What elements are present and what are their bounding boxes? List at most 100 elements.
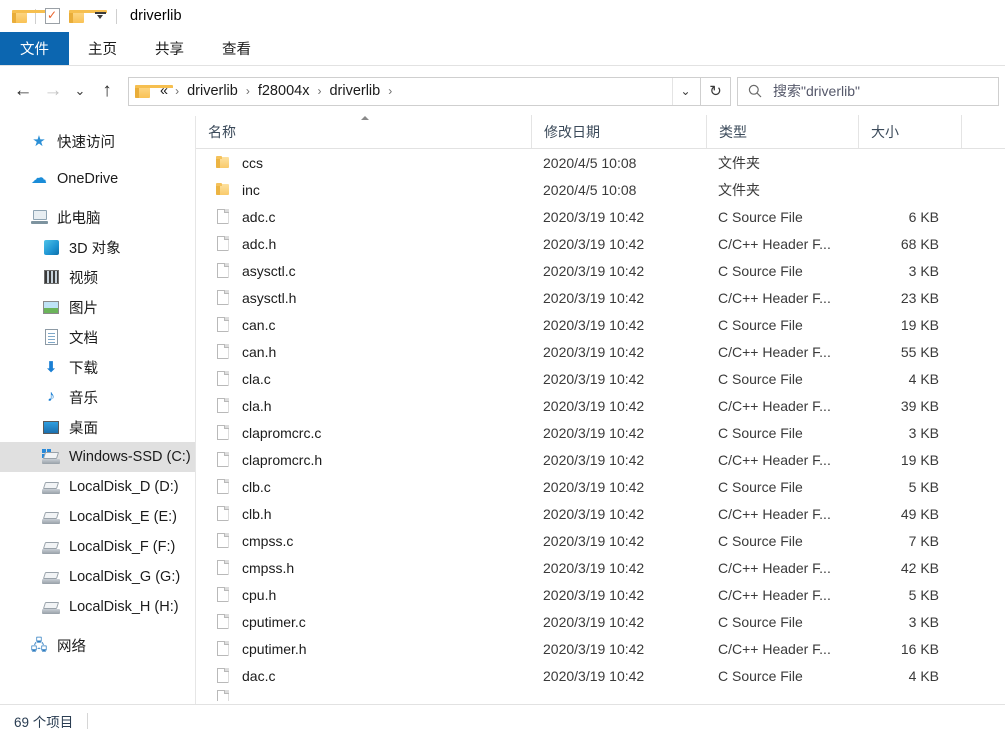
back-button[interactable]: ← [8, 76, 38, 106]
column-header-date[interactable]: 修改日期 [531, 115, 706, 148]
sidebar-item-videos[interactable]: 视频 [0, 262, 195, 292]
breadcrumb-separator-2[interactable]: › [312, 84, 326, 98]
sidebar-item-label: LocalDisk_H (H:) [69, 599, 179, 615]
new-folder-icon[interactable] [64, 4, 107, 28]
table-row[interactable]: asysctl.h 2020/3/19 10:42 C/C++ Header F..… [196, 284, 1005, 311]
sidebar-item-documents[interactable]: 文档 [0, 322, 195, 352]
cell-type: C/C++ Header F... [718, 289, 831, 306]
sidebar-item-localdisk-g[interactable]: LocalDisk_G (G:) [0, 562, 195, 592]
customize-qat-icon[interactable] [88, 4, 112, 28]
cell-type: C/C++ Header F... [718, 397, 831, 414]
table-row[interactable]: asysctl.c 2020/3/19 10:42 C Source File 3 K… [196, 257, 1005, 284]
sidebar-item-music[interactable]: ♪ 音乐 [0, 382, 195, 412]
sidebar-item-localdisk-d[interactable]: LocalDisk_D (D:) [0, 472, 195, 502]
table-row[interactable]: clb.c 2020/3/19 10:42 C Source File 5 KB [196, 473, 1005, 500]
cell-type: 文件夹 [718, 181, 760, 198]
file-icon [214, 316, 231, 333]
cell-type: C/C++ Header F... [718, 451, 831, 468]
sidebar-item-quick-access[interactable]: ★ 快速访问 [0, 126, 195, 156]
recent-locations-button[interactable]: ⌄ [68, 76, 92, 106]
table-row[interactable] [196, 689, 1005, 701]
qat-divider-2 [116, 8, 117, 24]
file-list[interactable]: ccs 2020/4/5 10:08 文件夹 inc 2020/4/5 10:08 文件夹… [196, 149, 1005, 704]
sidebar-item-desktop[interactable]: 桌面 [0, 412, 195, 442]
sidebar-item-downloads[interactable]: ⬇ 下载 [0, 352, 195, 382]
table-row[interactable]: cputimer.c 2020/3/19 10:42 C Source File 3 … [196, 608, 1005, 635]
cell-type: C/C++ Header F... [718, 640, 831, 657]
sidebar-item-localdisk-f[interactable]: LocalDisk_F (F:) [0, 532, 195, 562]
table-row[interactable]: cla.h 2020/3/19 10:42 C/C++ Header F... 39 … [196, 392, 1005, 419]
sidebar-item-localdisk-h[interactable]: LocalDisk_H (H:) [0, 592, 195, 622]
cell-type: C/C++ Header F... [718, 235, 831, 252]
breadcrumb-item-driverlib[interactable]: driverlib [326, 81, 383, 101]
file-icon [214, 505, 231, 522]
table-row[interactable]: clapromcrc.h 2020/3/19 10:42 C/C++ Header … [196, 446, 1005, 473]
properties-icon[interactable]: ✓ [40, 4, 64, 28]
file-icon [214, 397, 231, 414]
table-row[interactable]: can.c 2020/3/19 10:42 C Source File 19 KB [196, 311, 1005, 338]
cell-size: 23 KB [900, 289, 939, 306]
column-header-name[interactable]: 名称 [196, 115, 531, 148]
table-row[interactable]: dac.c 2020/3/19 10:42 C Source File 4 KB [196, 662, 1005, 689]
network-icon: 🖧 [30, 636, 48, 654]
breadcrumb-separator-3[interactable]: › [383, 84, 397, 98]
file-name: cmpss.h [242, 559, 295, 576]
cell-type: C Source File [718, 424, 803, 441]
breadcrumb-item-f28004x[interactable]: f28004x [255, 81, 313, 101]
video-icon [42, 268, 60, 286]
tab-share[interactable]: 共享 [136, 32, 203, 65]
cell-name: asysctl.h [196, 289, 531, 306]
table-row[interactable]: cmpss.c 2020/3/19 10:42 C Source File 7 KB [196, 527, 1005, 554]
cell-size: 42 KB [900, 559, 939, 576]
table-row[interactable]: cputimer.h 2020/3/19 10:42 C/C++ Header F.… [196, 635, 1005, 662]
table-row[interactable]: clb.h 2020/3/19 10:42 C/C++ Header F... 49 … [196, 500, 1005, 527]
column-header-size[interactable]: 大小 [858, 115, 961, 148]
document-icon [42, 328, 60, 346]
search-input[interactable] [771, 82, 998, 100]
cell-size: 3 KB [908, 613, 939, 630]
table-row[interactable]: inc 2020/4/5 10:08 文件夹 [196, 176, 1005, 203]
up-button[interactable]: ↑ [92, 76, 122, 106]
sidebar-item-label: 音乐 [69, 390, 98, 407]
sidebar-item-3d-objects[interactable]: 3D 对象 [0, 232, 195, 262]
file-icon [214, 424, 231, 441]
column-header-name-label: 名称 [208, 123, 236, 140]
address-bar-right: ⌄ [672, 77, 698, 105]
table-row[interactable]: adc.h 2020/3/19 10:42 C/C++ Header F... 68 … [196, 230, 1005, 257]
table-row[interactable]: clapromcrc.c 2020/3/19 10:42 C Source File… [196, 419, 1005, 446]
sidebar-item-windows-ssd-c[interactable]: Windows-SSD (C:) [0, 442, 195, 472]
cell-type: C/C++ Header F... [718, 343, 831, 360]
search-box[interactable] [737, 76, 999, 106]
tab-home[interactable]: 主页 [69, 32, 136, 65]
table-row[interactable]: cpu.h 2020/3/19 10:42 C/C++ Header F... 5 K… [196, 581, 1005, 608]
table-row[interactable]: cmpss.h 2020/3/19 10:42 C/C++ Header F... 4… [196, 554, 1005, 581]
cell-name: adc.h [196, 235, 531, 252]
sidebar-item-localdisk-e[interactable]: LocalDisk_E (E:) [0, 502, 195, 532]
chevron-down-icon[interactable]: ⌄ [672, 77, 698, 105]
tab-file[interactable]: 文件 [0, 32, 69, 65]
forward-button[interactable]: → [38, 76, 68, 106]
breadcrumb-separator-1[interactable]: › [241, 84, 255, 98]
file-icon [214, 667, 231, 684]
sidebar-item-pictures[interactable]: 图片 [0, 292, 195, 322]
file-icon [214, 451, 231, 468]
table-row[interactable]: cla.c 2020/3/19 10:42 C Source File 4 KB [196, 365, 1005, 392]
folder-icon[interactable] [7, 4, 50, 28]
navigation-pane[interactable]: ★ 快速访问 ☁ OneDrive 此电脑 3D 对象 视频 图片 文档 ⬇ 下… [0, 116, 196, 704]
cell-type: C Source File [718, 613, 803, 630]
table-row[interactable]: adc.c 2020/3/19 10:42 C Source File 6 KB [196, 203, 1005, 230]
column-header-type[interactable]: 类型 [706, 115, 858, 148]
cell-name: can.c [196, 316, 531, 333]
sidebar-item-onedrive[interactable]: ☁ OneDrive [0, 164, 195, 194]
column-header-row: 名称 修改日期 类型 大小 [196, 115, 1005, 149]
refresh-button[interactable]: ↻ [701, 76, 731, 106]
sidebar-item-network[interactable]: 🖧 网络 [0, 630, 195, 660]
tab-view[interactable]: 查看 [203, 32, 270, 65]
breadcrumb-item-driverlib-root[interactable]: driverlib [184, 81, 241, 101]
sidebar-item-this-pc[interactable]: 此电脑 [0, 202, 195, 232]
table-row[interactable]: ccs 2020/4/5 10:08 文件夹 [196, 149, 1005, 176]
table-row[interactable]: can.h 2020/3/19 10:42 C/C++ Header F... 55 … [196, 338, 1005, 365]
file-name: clapromcrc.h [242, 451, 323, 468]
address-bar[interactable]: « › driverlib › f28004x › driverlib › ⌄ [128, 76, 701, 106]
cube-icon [42, 238, 60, 256]
